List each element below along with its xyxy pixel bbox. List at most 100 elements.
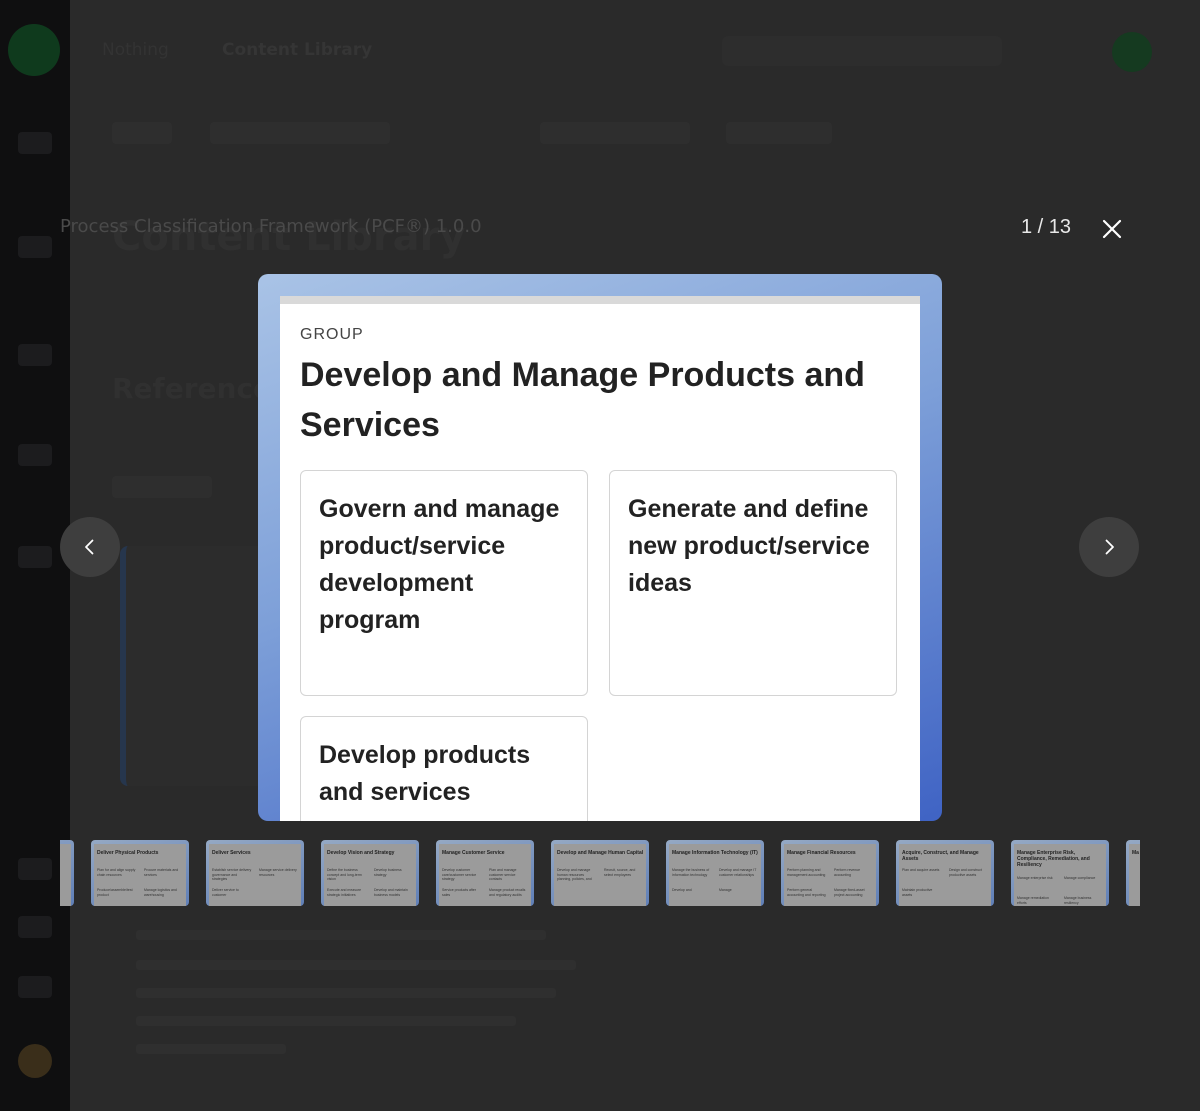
thumbnail-process-box: Perform planning and management accounti… [787,868,826,877]
nav-icon [18,444,52,466]
process-box: Govern and manage product/service develo… [300,470,588,696]
avatar [1112,32,1152,72]
slide-eyebrow: GROUP [300,326,364,343]
thumbnail-content: Manage Information Technology (IT) Manage… [669,844,761,906]
nav-icon [18,344,52,366]
thumbnail-content: Develop and Manage Human Capital Develop … [554,844,646,906]
thumbnail-process-box [1132,888,1140,902]
thumbnail-process-box: Deliver service to customer [212,888,239,897]
thumbnail-process-box: Plan and acquire assets [902,868,940,872]
thumbnail-process-box: Recruit, source, and select employees [604,868,636,877]
thumbnail-process-box: Define the business concept and long-ter… [327,868,362,881]
thumbnail-process-box: Execute and measure strategic initiative… [327,888,362,897]
slide-thumbnail[interactable]: Develop Vision and Strategy Define the bu… [321,840,419,906]
thumbnail-content: Deliver Services Establish service delive… [209,844,301,906]
thumbnail-title: Acquire, Construct, and Manage Assets [902,850,979,862]
previous-slide-button[interactable] [60,517,120,577]
thumbnail-process-box [604,888,644,902]
thumbnail-process-box: Manage business resiliency [1064,896,1092,905]
thumbnail-process-box: Service products after sales [442,888,477,897]
thumbnail-process-box: Establish service delivery governance an… [212,868,252,881]
thumbnail-process-box: Plan and manage customer service contact… [489,868,517,881]
thumbnail-content: Ma [1129,844,1140,906]
nav-icon [18,236,52,258]
thumbnail-process-box: Manage fixed-asset project accounting [834,888,865,897]
chevron-left-icon [85,539,94,555]
thumbnail-content: Manage Financial Resources Perform planni… [784,844,876,906]
thumbnail-process-box: Develop and maintain business models [374,888,408,897]
user-avatar [18,1044,52,1078]
section-heading: Reference [112,372,273,405]
thumbnail-title: Ma [1132,850,1139,856]
process-box: Develop products and services [300,716,588,821]
thumbnail-title: Manage Financial Resources [787,850,856,856]
thumbnail-process-box: Manage service delivery resources [259,868,297,877]
thumbnail-process-box: Develop and manage human resources plann… [557,868,592,882]
toolbar-item [112,122,172,144]
thumbnail-title: Manage Enterprise Risk, Compliance, Reme… [1017,850,1090,868]
thumbnail-title: Manage Customer Service [442,850,505,856]
thumbnail-title: Deliver Physical Products [97,850,159,856]
thumbnail-title: Manage Information Technology (IT) [672,850,758,856]
slide-thumbnail[interactable]: Manage Financial Resources Perform planni… [781,840,879,906]
slide-thumbnail[interactable]: Manage Information Technology (IT) Manage… [666,840,764,906]
app-logo [8,24,60,76]
slide-thumbnail[interactable] [60,840,74,906]
thumbnail-title: Develop and Manage Human Capital [557,850,644,856]
thumbnail-process-box [1132,868,1140,882]
thumbnail-process-box: Develop customer care/customer service s… [442,868,477,881]
thumbnail-process-box: Manage compliance [1064,876,1096,880]
thumbnail-process-box: Develop business strategy [374,868,402,877]
slide-title: Develop and Manage Products and Services [300,356,865,444]
slide-counter: 1 / 13 [1020,216,1072,238]
slide-thumbnail[interactable]: Acquire, Construct, and Manage Assets Pla… [896,840,994,906]
thumbnail-content: Deliver Physical Products Plan for and al… [94,844,186,906]
thumbnail-content: Manage Customer Service Develop customer … [439,844,531,906]
breadcrumb-current: Content Library [222,40,373,60]
slide-thumbnail[interactable]: Ma [1126,840,1140,906]
toolbar-item [210,122,390,144]
slide-content: GROUP Develop and Manage Products and Se… [280,296,920,821]
nav-icon [18,976,52,998]
thumbnail-process-box: Maintain productive assets [902,888,933,897]
slide-thumbnail[interactable]: Manage Enterprise Risk, Compliance, Reme… [1011,840,1109,906]
main-slide: GROUP Develop and Manage Products and Se… [258,274,942,821]
text-line [136,988,556,998]
search-input [722,36,1002,66]
thumbnail-process-box: Develop and manage IT customer relations… [719,868,757,877]
thumbnail-process-box: Manage logistics and warehousing [144,888,177,897]
thumbnail-process-box: Manage the business of information techn… [672,868,710,877]
nav-icon [18,546,52,568]
filter-chip [112,476,212,498]
thumbnail-process-box: Procure materials and services [144,868,179,877]
close-icon [1102,219,1122,239]
slide-thumbnail[interactable]: Deliver Services Establish service delive… [206,840,304,906]
slide-thumbnail[interactable]: Deliver Physical Products Plan for and al… [91,840,189,906]
chevron-right-icon [1105,539,1114,555]
text-line [136,1044,286,1054]
thumbnail-process-box: Design and construct productive assets [949,868,982,877]
nav-icon [18,858,52,880]
thumbnail-process-box: Perform revenue accounting [834,868,861,877]
lightbox-caption: Process Classification Framework (PCF®) … [60,216,482,237]
process-box: Generate and define new product/service … [609,470,897,696]
text-line [136,930,546,940]
thumbnail-process-box: Manage [719,888,732,892]
thumbnail-process-box [557,888,597,902]
text-line [136,960,576,970]
slide-thumbnail[interactable]: Manage Customer Service Develop customer … [436,840,534,906]
next-slide-button[interactable] [1079,517,1139,577]
thumbnail-process-box: Manage product recalls and regulatory au… [489,888,526,897]
sidebar [0,0,70,1111]
thumbnail-process-box: Perform general accounting and reporting [787,888,826,897]
nav-icon [18,132,52,154]
thumbnail-content: Acquire, Construct, and Manage Assets Pla… [899,844,991,906]
slide-thumbnail[interactable]: Develop and Manage Human Capital Develop … [551,840,649,906]
thumbnail-process-box [949,888,989,902]
thumbnail-content: Manage Enterprise Risk, Compliance, Reme… [1014,844,1106,906]
toolbar-item [726,122,832,144]
close-button[interactable] [1096,213,1128,245]
thumbnail-title: Develop Vision and Strategy [327,850,395,856]
nav-icon [18,916,52,938]
text-line [136,1016,516,1026]
